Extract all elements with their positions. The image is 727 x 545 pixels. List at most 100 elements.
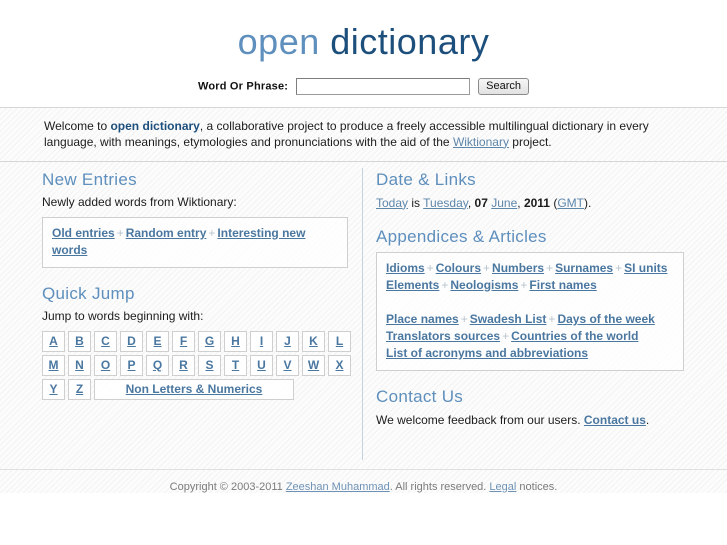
letter-p-link[interactable]: P (127, 358, 135, 372)
contact-period: . (645, 412, 650, 427)
letter-b[interactable]: B (68, 330, 91, 352)
letter-i-link[interactable]: I (260, 334, 263, 348)
contact-text: We welcome feedback from our users. (376, 412, 584, 427)
letter-c-link[interactable]: C (101, 334, 110, 348)
link-neologisms[interactable]: Neologisms (450, 278, 518, 292)
link-translators-sources[interactable]: Translators sources (386, 329, 500, 343)
letter-i[interactable]: I (250, 330, 273, 352)
welcome-banner: Welcome to open dictionary, a collaborat… (0, 106, 727, 162)
letter-z[interactable]: Z (68, 378, 91, 400)
letter-m[interactable]: M (42, 354, 65, 376)
letter-j-link[interactable]: J (284, 334, 291, 348)
letter-y[interactable]: Y (42, 378, 65, 400)
letter-p[interactable]: P (120, 354, 143, 376)
letter-j[interactable]: J (276, 330, 299, 352)
wiktionary-link[interactable]: Wiktionary (453, 135, 509, 149)
letter-u-link[interactable]: U (257, 358, 266, 372)
letter-n-link[interactable]: N (75, 358, 84, 372)
link-countries-of-the-world[interactable]: Countries of the world (511, 329, 638, 343)
letter-w[interactable]: W (302, 354, 325, 376)
letter-k-link[interactable]: K (309, 334, 318, 348)
letter-t[interactable]: T (224, 354, 247, 376)
search-label: Word Or Phrase: (197, 80, 289, 93)
date-links-heading: Date & Links (376, 169, 476, 189)
link-numbers[interactable]: Numbers (492, 261, 544, 275)
letter-y-link[interactable]: Y (49, 382, 57, 396)
letter-w-link[interactable]: W (308, 358, 319, 372)
link-elements[interactable]: Elements (386, 278, 439, 292)
link-place-names[interactable]: Place names (386, 312, 459, 326)
search-input[interactable] (296, 77, 471, 95)
non-letters-numerics-link[interactable]: Non Letters & Numerics (126, 382, 263, 396)
new-entries-heading: New Entries (42, 169, 137, 189)
letter-c[interactable]: C (94, 330, 117, 352)
footer-notices: notices. (516, 480, 558, 493)
letter-v-link[interactable]: V (283, 358, 291, 372)
link-random-entry[interactable]: Random entry (126, 226, 207, 240)
link-idioms[interactable]: Idioms (386, 261, 425, 275)
letter-r-link[interactable]: R (179, 358, 188, 372)
link-surnames[interactable]: Surnames (555, 261, 613, 275)
separator-plus: + (441, 277, 449, 292)
separator-plus: + (546, 260, 554, 275)
gmt-link[interactable]: GMT (557, 196, 584, 210)
letter-a[interactable]: A (42, 330, 65, 352)
welcome-text-after: project. (508, 134, 552, 149)
letter-h-link[interactable]: H (231, 334, 240, 348)
link-si-units[interactable]: SI units (624, 261, 667, 275)
separator-plus: + (116, 225, 124, 240)
letter-t-link[interactable]: T (232, 358, 239, 372)
letter-e-link[interactable]: E (153, 334, 161, 348)
link-swadesh-list[interactable]: Swadesh List (470, 312, 547, 326)
letter-h[interactable]: H (224, 330, 247, 352)
author-link[interactable]: Zeeshan Muhammad (286, 481, 390, 493)
link-days-of-the-week[interactable]: Days of the week (557, 312, 654, 326)
today-link[interactable]: Today (376, 196, 408, 210)
letter-o[interactable]: O (94, 354, 117, 376)
letter-l[interactable]: L (328, 330, 351, 352)
site-logo: open dictionary (0, 22, 727, 62)
letter-k[interactable]: K (302, 330, 325, 352)
link-colours[interactable]: Colours (436, 261, 481, 275)
column-divider (362, 167, 363, 460)
link-first-names[interactable]: First names (529, 278, 596, 292)
letter-l-link[interactable]: L (336, 334, 343, 348)
separator-plus: + (520, 277, 528, 292)
link-old-entries[interactable]: Old entries (52, 226, 115, 240)
link-list-of-acronyms[interactable]: List of acronyms and abbreviations (386, 346, 588, 360)
letter-f[interactable]: F (172, 330, 195, 352)
separator-plus: + (548, 311, 556, 326)
letter-x-link[interactable]: X (335, 358, 343, 372)
date-year-sep: , (517, 195, 524, 210)
letter-d[interactable]: D (120, 330, 143, 352)
letter-a-link[interactable]: A (49, 334, 58, 348)
letter-g-link[interactable]: G (205, 334, 214, 348)
letter-x[interactable]: X (328, 354, 351, 376)
letter-g[interactable]: G (198, 330, 221, 352)
new-entries-panel: Old entries + Random entry + Interesting new… (42, 216, 348, 268)
letter-e[interactable]: E (146, 330, 169, 352)
letter-f-link[interactable]: F (180, 334, 187, 348)
letter-o-link[interactable]: O (101, 358, 110, 372)
legal-link[interactable]: Legal (489, 481, 516, 493)
letter-m-link[interactable]: M (49, 358, 59, 372)
logo-word-open: open (237, 21, 320, 62)
non-letters-numerics-button[interactable]: Non Letters & Numerics (94, 378, 294, 400)
appendices-group-2b: Translators sources + Countries of the wor… (386, 328, 674, 345)
letter-q[interactable]: Q (146, 354, 169, 376)
letter-r[interactable]: R (172, 354, 195, 376)
search-button[interactable]: Search (478, 77, 530, 95)
letter-z-link[interactable]: Z (76, 382, 83, 396)
footer-copyright: Copyright © 2003-2011 (169, 480, 286, 493)
contact-us-link[interactable]: Contact us (584, 413, 646, 427)
letter-b-link[interactable]: B (75, 334, 84, 348)
letter-u[interactable]: U (250, 354, 273, 376)
letter-s-link[interactable]: S (205, 358, 213, 372)
letter-q-link[interactable]: Q (153, 358, 162, 372)
letter-n[interactable]: N (68, 354, 91, 376)
month-link[interactable]: June (491, 196, 517, 210)
letter-d-link[interactable]: D (127, 334, 136, 348)
letter-s[interactable]: S (198, 354, 221, 376)
letter-v[interactable]: V (276, 354, 299, 376)
weekday-link[interactable]: Tuesday (423, 196, 468, 210)
